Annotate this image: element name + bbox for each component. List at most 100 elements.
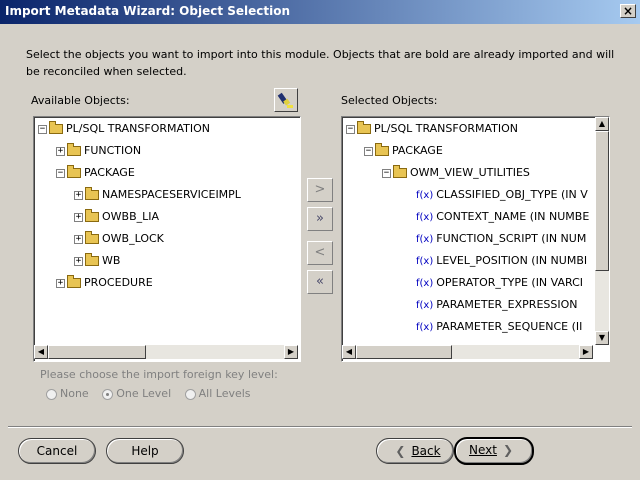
tree-item[interactable]: f(x) CLASSIFIED_OBJ_TYPE (IN V bbox=[416, 186, 588, 204]
tree-item-label: PACKAGE bbox=[84, 166, 135, 179]
highlighter-icon bbox=[277, 92, 293, 108]
radio-one-level[interactable]: One Level bbox=[102, 387, 171, 400]
radio-label: All Levels bbox=[198, 387, 251, 400]
tree-item[interactable]: f(x) FUNCTION_SCRIPT (IN NUM bbox=[416, 230, 586, 248]
tree-item[interactable]: f(x) PARAMETER_EXPRESSION bbox=[416, 296, 578, 314]
folder-icon bbox=[85, 231, 99, 244]
radio-all-levels[interactable]: All Levels bbox=[184, 387, 251, 400]
separator bbox=[8, 426, 632, 428]
function-icon: f(x) bbox=[416, 212, 434, 223]
back-button[interactable]: ❮ Back bbox=[376, 438, 454, 464]
scroll-down-icon[interactable]: ▼ bbox=[595, 331, 609, 345]
radio-dot-icon bbox=[184, 388, 196, 400]
tree-item-label: OWBB_LIA bbox=[102, 210, 160, 223]
expand-icon[interactable]: + bbox=[56, 278, 65, 288]
radio-label: None bbox=[60, 387, 89, 400]
tree-item[interactable]: − PACKAGE bbox=[364, 142, 443, 160]
folder-icon bbox=[67, 143, 81, 156]
tree-item-label: FUNCTION_SCRIPT (IN NUM bbox=[436, 232, 587, 245]
expand-icon[interactable]: + bbox=[74, 190, 83, 200]
tree-item-label: FUNCTION bbox=[84, 144, 142, 157]
help-button[interactable]: Help bbox=[106, 438, 184, 464]
scroll-up-icon[interactable]: ▲ bbox=[595, 117, 609, 131]
tree-item[interactable]: − PACKAGE bbox=[56, 164, 135, 182]
back-label: Back bbox=[411, 444, 441, 458]
tree-item-label: OWB_LOCK bbox=[102, 232, 164, 245]
folder-icon bbox=[67, 165, 81, 178]
vertical-scrollbar[interactable]: ▲ ▼ bbox=[595, 117, 609, 345]
scroll-thumb[interactable] bbox=[595, 131, 609, 271]
function-icon: f(x) bbox=[416, 278, 434, 289]
selected-objects-label: Selected Objects: bbox=[341, 94, 438, 107]
collapse-icon[interactable]: − bbox=[382, 168, 391, 178]
function-icon: f(x) bbox=[416, 256, 434, 267]
tree-item-label: OWM_VIEW_UTILITIES bbox=[410, 166, 530, 179]
highlight-button[interactable] bbox=[274, 88, 298, 112]
scroll-left-icon[interactable]: ◀ bbox=[34, 345, 48, 359]
tree-item[interactable]: − PL/SQL TRANSFORMATION bbox=[38, 120, 210, 138]
tree-item-label: PACKAGE bbox=[392, 144, 443, 157]
tree-item[interactable]: − OWM_VIEW_UTILITIES bbox=[382, 164, 530, 182]
move-right-button[interactable]: > bbox=[307, 178, 333, 202]
tree-item-label: NAMESPACESERVICEIMPL bbox=[102, 188, 241, 201]
tree-item-label: PARAMETER_SEQUENCE (II bbox=[436, 320, 583, 333]
tree-item-label: CLASSIFIED_OBJ_TYPE (IN V bbox=[436, 188, 588, 201]
cancel-button[interactable]: Cancel bbox=[18, 438, 96, 464]
folder-icon bbox=[375, 143, 389, 156]
collapse-icon[interactable]: − bbox=[364, 146, 373, 156]
available-objects-tree[interactable]: − PL/SQL TRANSFORMATION + FUNCTION − PACKAG… bbox=[33, 116, 301, 362]
radio-label: One Level bbox=[116, 387, 172, 400]
collapse-icon[interactable]: − bbox=[38, 124, 47, 134]
tree-item-label: LEVEL_POSITION (IN NUMBI bbox=[436, 254, 588, 267]
folder-icon bbox=[67, 275, 81, 288]
tree-item[interactable]: + OWB_LOCK bbox=[74, 230, 164, 248]
next-label: Next bbox=[468, 443, 497, 457]
next-button[interactable]: Next ❯ bbox=[454, 437, 534, 465]
move-all-left-button[interactable]: « bbox=[307, 270, 333, 294]
expand-icon[interactable]: + bbox=[74, 212, 83, 222]
scroll-thumb[interactable] bbox=[356, 345, 452, 359]
title-bar: Import Metadata Wizard: Object Selection… bbox=[0, 0, 640, 24]
horizontal-scrollbar[interactable]: ◀ ▶ bbox=[342, 345, 593, 359]
folder-icon bbox=[49, 121, 63, 134]
tree-item-label: PL/SQL TRANSFORMATION bbox=[66, 122, 211, 135]
scroll-right-icon[interactable]: ▶ bbox=[579, 345, 593, 359]
close-button[interactable]: × bbox=[620, 4, 636, 18]
folder-icon bbox=[85, 209, 99, 222]
collapse-icon[interactable]: − bbox=[56, 168, 65, 178]
scroll-thumb[interactable] bbox=[48, 345, 146, 359]
available-objects-label: Available Objects: bbox=[31, 94, 130, 107]
tree-item[interactable]: + WB bbox=[74, 252, 120, 270]
back-chevron-icon: ❮ bbox=[395, 444, 406, 458]
tree-item[interactable]: f(x) CONTEXT_NAME (IN NUMBE bbox=[416, 208, 589, 226]
folder-icon bbox=[357, 121, 371, 134]
horizontal-scrollbar[interactable]: ◀ ▶ bbox=[34, 345, 298, 359]
tree-item[interactable]: + FUNCTION bbox=[56, 142, 141, 160]
radio-none[interactable]: None bbox=[46, 387, 89, 400]
folder-icon bbox=[85, 253, 99, 266]
scroll-left-icon[interactable]: ◀ bbox=[342, 345, 356, 359]
tree-item[interactable]: + NAMESPACESERVICEIMPL bbox=[74, 186, 241, 204]
radio-dot-icon bbox=[46, 388, 57, 400]
expand-icon[interactable]: + bbox=[74, 256, 83, 266]
selected-objects-tree[interactable]: − PL/SQL TRANSFORMATION − PACKAGE − OWM_VIE… bbox=[341, 116, 610, 362]
move-all-right-button[interactable]: » bbox=[307, 207, 333, 231]
folder-icon bbox=[393, 165, 407, 178]
tree-item[interactable]: + OWBB_LIA bbox=[74, 208, 159, 226]
tree-item[interactable]: f(x) PARAMETER_SEQUENCE (II bbox=[416, 318, 582, 336]
tree-item[interactable]: f(x) OPERATOR_TYPE (IN VARCI bbox=[416, 274, 583, 292]
tree-item[interactable]: − PL/SQL TRANSFORMATION bbox=[346, 120, 518, 138]
tree-item[interactable]: + PROCEDURE bbox=[56, 274, 153, 292]
next-chevron-icon: ❯ bbox=[502, 443, 514, 457]
expand-icon[interactable]: + bbox=[74, 234, 83, 244]
tree-item[interactable]: f(x) LEVEL_POSITION (IN NUMBI bbox=[416, 252, 587, 270]
expand-icon[interactable]: + bbox=[56, 146, 65, 156]
tree-item-label: CONTEXT_NAME (IN NUMBE bbox=[436, 210, 590, 223]
function-icon: f(x) bbox=[416, 300, 434, 311]
tree-item-label: PARAMETER_EXPRESSION bbox=[436, 298, 578, 311]
tree-item-label: PROCEDURE bbox=[84, 276, 153, 289]
tree-item-label: PL/SQL TRANSFORMATION bbox=[374, 122, 519, 135]
move-left-button[interactable]: < bbox=[307, 241, 333, 265]
collapse-icon[interactable]: − bbox=[346, 124, 355, 134]
scroll-right-icon[interactable]: ▶ bbox=[284, 345, 298, 359]
